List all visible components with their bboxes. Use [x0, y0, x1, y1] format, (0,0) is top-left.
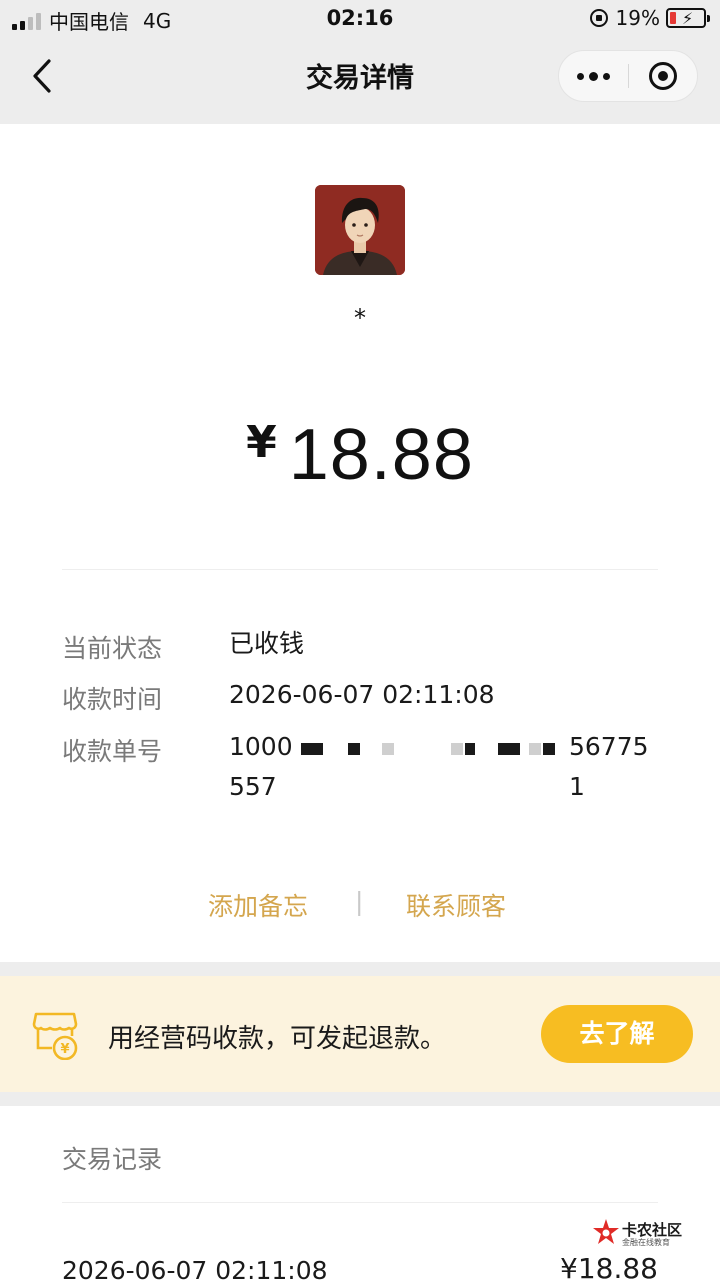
payer-name: *	[354, 304, 366, 332]
amount-display: ¥18.88	[0, 414, 720, 496]
redaction-mask	[301, 743, 323, 755]
order-number-line1: 1000 567751	[229, 727, 659, 801]
mini-program-capsule	[558, 50, 698, 102]
more-options-button[interactable]	[559, 50, 628, 102]
time-label: 收款时间	[62, 685, 163, 714]
redaction-mask	[529, 743, 541, 755]
watermark-subtitle: 金融在线教育	[622, 1238, 670, 1247]
avatar[interactable]	[315, 185, 405, 275]
rotation-lock-icon	[589, 9, 608, 27]
redaction-mask	[451, 743, 463, 755]
dot-icon	[603, 72, 610, 80]
promo-text: 用经营码收款，可发起退款。	[108, 1024, 447, 1054]
records-title: 交易记录	[62, 1145, 163, 1174]
transaction-records: 交易记录 2026-06-07 02:11:08 ¥18.88	[0, 1106, 720, 1280]
promo-banner: ¥ 用经营码收款，可发起退款。 去了解	[0, 976, 720, 1092]
battery-icon: ⚡	[666, 8, 710, 28]
redaction-mask	[465, 743, 475, 755]
order-number-label: 收款单号	[62, 737, 163, 766]
watermark-logo: 卡农社区 金融在线教育	[592, 1218, 692, 1248]
section-divider	[62, 569, 658, 570]
battery-percent: 19%	[615, 6, 660, 30]
close-mini-program-button[interactable]	[629, 50, 697, 102]
redaction-mask	[543, 743, 555, 755]
action-separator: |	[355, 887, 364, 916]
transaction-detail-card: * ¥18.88 当前状态 已收钱 收款时间 2026-06-07 02:11:…	[0, 124, 720, 962]
redaction-mask	[348, 743, 360, 755]
record-time: 2026-06-07 02:11:08	[62, 1256, 328, 1280]
amount-value: 18.88	[288, 415, 474, 495]
redaction-mask	[498, 743, 520, 755]
status-right: 19% ⚡	[589, 6, 710, 30]
dot-icon	[589, 71, 598, 81]
records-divider	[62, 1202, 658, 1203]
record-amount: ¥18.88	[560, 1252, 658, 1280]
order-number-line2: 557	[229, 772, 277, 801]
currency-symbol: ¥	[246, 417, 277, 468]
order-number-prefix: 1000	[229, 732, 293, 761]
avatar-portrait-icon	[315, 185, 405, 275]
battery-level-fill	[670, 12, 676, 24]
star-logo-icon	[593, 1219, 619, 1244]
target-circle-icon	[648, 62, 677, 90]
status-bar: 中国电信 4G 02:16 19% ⚡	[0, 0, 720, 40]
time-value: 2026-06-07 02:11:08	[229, 680, 495, 709]
status-value: 已收钱	[229, 629, 305, 658]
contact-customer-link[interactable]: 联系顾客	[406, 887, 506, 923]
dot-icon	[577, 72, 584, 80]
status-label: 当前状态	[62, 634, 163, 663]
redaction-mask	[382, 743, 394, 755]
order-number-row: 收款单号 1000 567751 557	[62, 732, 662, 822]
add-note-link[interactable]: 添加备忘	[208, 887, 308, 923]
charging-bolt-icon: ⚡	[682, 9, 694, 28]
shop-coin-icon: ¥	[32, 1012, 78, 1060]
learn-more-button[interactable]: 去了解	[541, 1005, 693, 1063]
nav-bar: 交易详情	[0, 40, 720, 124]
coin-yen-glyph: ¥	[60, 1042, 69, 1057]
